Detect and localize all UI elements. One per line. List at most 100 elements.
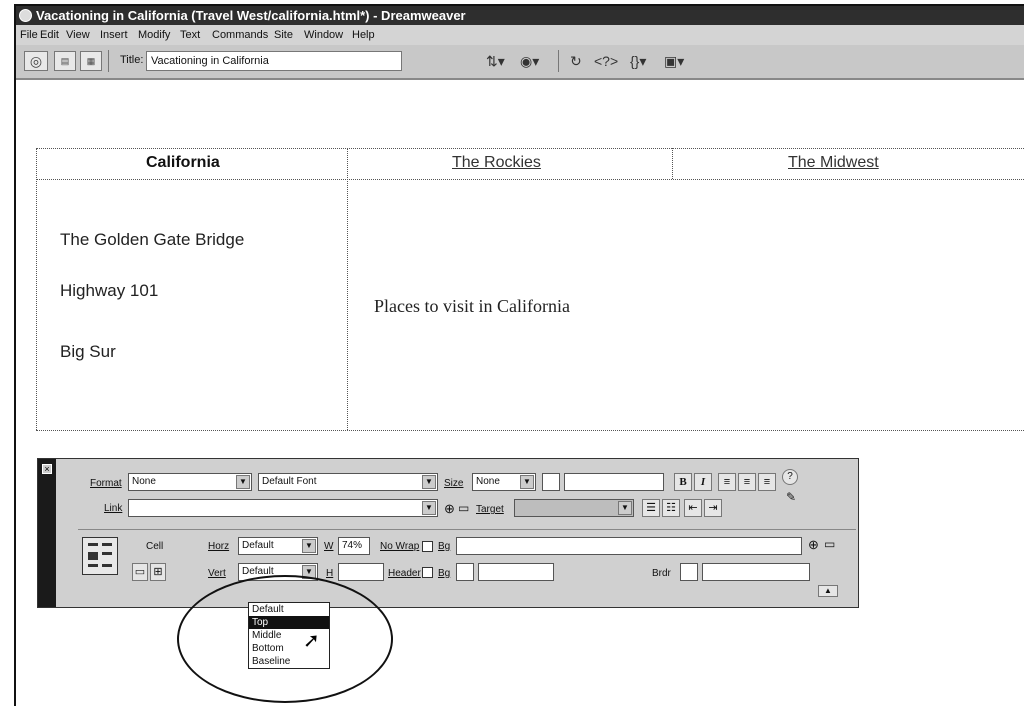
quick-tag-editor-icon[interactable]: ✎ (782, 489, 800, 507)
vert-label: Vert (208, 568, 226, 579)
table-border-col1 (347, 148, 348, 430)
menu-view[interactable]: View (66, 25, 90, 45)
table-border-bottom (36, 430, 1024, 431)
chevron-down-icon: ▼ (236, 475, 250, 489)
text-outdent-icon[interactable]: ⇤ (684, 499, 702, 517)
border-color-input[interactable] (702, 563, 810, 581)
app-icon (19, 9, 32, 22)
target-label: Target (476, 504, 504, 515)
bg-color-label: Bg (438, 568, 451, 579)
list-item: Big Sur (60, 342, 116, 361)
menu-site[interactable]: Site (274, 25, 293, 45)
view-options-icon[interactable]: ▣▾ (664, 53, 684, 70)
menu-modify[interactable]: Modify (138, 25, 170, 45)
header-checkbox[interactable] (422, 567, 433, 578)
menu-file[interactable]: File (20, 25, 38, 45)
width-input[interactable]: 74% (338, 537, 370, 555)
link-input[interactable]: ▼ (128, 499, 438, 517)
nowrap-checkbox[interactable] (422, 541, 433, 552)
target-select[interactable]: ▼ (514, 499, 634, 517)
unordered-list-icon[interactable]: ☰ (642, 499, 660, 517)
text-color-input[interactable] (564, 473, 664, 491)
text-color-swatch[interactable] (542, 473, 560, 491)
close-icon[interactable]: × (42, 464, 52, 474)
collapse-inspector-icon[interactable]: ▲ (818, 585, 838, 597)
italic-button[interactable]: I (694, 473, 712, 491)
table-border-top (36, 148, 1024, 149)
width-label: W (324, 541, 334, 552)
ordered-list-icon[interactable]: ☷ (662, 499, 680, 517)
code-design-view-icon[interactable]: ▤ (54, 51, 76, 71)
nav-the-rockies[interactable]: The Rockies (452, 154, 541, 172)
chevron-down-icon: ▼ (520, 475, 534, 489)
bold-button[interactable]: B (674, 473, 692, 491)
menu-window[interactable]: Window (304, 25, 343, 45)
text-indent-icon[interactable]: ⇥ (704, 499, 722, 517)
file-management-icon[interactable]: ⇅▾ (486, 53, 505, 70)
bg-color-swatch[interactable] (456, 563, 474, 581)
table-border-row (36, 179, 1024, 180)
title-label: Title: (120, 54, 144, 66)
bg-color-input[interactable] (478, 563, 554, 581)
table-border-left (36, 148, 37, 430)
callout-ellipse (177, 575, 393, 703)
title-bar: Vacationing in California (Travel West/c… (16, 6, 1024, 25)
height-input[interactable] (338, 563, 384, 581)
height-label: H (326, 568, 334, 579)
horz-label: Horz (208, 541, 230, 552)
menu-insert[interactable]: Insert (100, 25, 128, 45)
border-color-swatch[interactable] (680, 563, 698, 581)
size-select[interactable]: None ▼ (472, 473, 536, 491)
folder-icon[interactable]: ▭ (824, 537, 835, 551)
point-to-file-icon[interactable]: ⊕ (444, 501, 455, 517)
nav-california[interactable]: California (146, 154, 220, 172)
border-color-label: Brdr (652, 568, 671, 579)
window-title: Vacationing in California (Travel West/c… (36, 8, 466, 23)
chevron-down-icon: ▼ (422, 501, 436, 515)
nav-the-midwest[interactable]: The Midwest (788, 154, 879, 172)
align-left-icon[interactable]: ≡ (718, 473, 736, 491)
format-select[interactable]: None ▼ (128, 473, 252, 491)
header-label: Header (388, 568, 421, 579)
document-area: California The Rockies The Midwest The G… (16, 80, 1024, 706)
merge-cells-icon[interactable]: ▭ (132, 563, 148, 581)
align-right-icon[interactable]: ≡ (758, 473, 776, 491)
nowrap-label: No Wrap (380, 541, 420, 552)
align-center-icon[interactable]: ≡ (738, 473, 756, 491)
menu-help[interactable]: Help (352, 25, 375, 45)
document-toolbar: ◎ ▤ ▦ Title: Vacationing in California ⇅… (16, 45, 1024, 80)
bg-image-label: Bg (438, 541, 451, 552)
help-icon[interactable]: ? (782, 469, 798, 485)
menu-text[interactable]: Text (180, 25, 200, 45)
split-cell-icon[interactable]: ⊞ (150, 563, 166, 581)
cell-label: Cell (146, 541, 164, 552)
bg-image-input[interactable] (456, 537, 802, 555)
point-to-file-icon[interactable]: ⊕ (808, 537, 819, 553)
format-label: Format (90, 478, 122, 489)
show-code-view-icon[interactable]: ◎ (24, 51, 48, 71)
refresh-icon[interactable]: ↻ (570, 53, 582, 70)
chevron-down-icon: ▼ (422, 475, 436, 489)
chevron-down-icon: ▼ (302, 539, 316, 553)
horz-align-select[interactable]: Default ▼ (238, 537, 318, 555)
font-select[interactable]: Default Font ▼ (258, 473, 438, 491)
reference-icon[interactable]: <?> (594, 53, 618, 69)
design-view-icon[interactable]: ▦ (80, 51, 102, 71)
cell-icon (82, 537, 118, 575)
menu-commands[interactable]: Commands (212, 25, 268, 45)
code-navigation-icon[interactable]: {}▾ (630, 53, 646, 70)
page-title-input[interactable]: Vacationing in California (146, 51, 402, 71)
folder-icon[interactable]: ▭ (458, 501, 469, 515)
toolbar-separator (558, 50, 559, 72)
toolbar-separator (108, 50, 109, 72)
size-label: Size (444, 478, 464, 489)
preview-browser-icon[interactable]: ◉▾ (520, 53, 539, 70)
table-border-col2 (672, 148, 673, 179)
list-item: The Golden Gate Bridge (60, 230, 245, 249)
inspector-divider (78, 529, 856, 530)
inspector-grip[interactable] (38, 459, 56, 607)
link-label: Link (104, 503, 123, 514)
list-item: Highway 101 (60, 281, 159, 300)
menu-edit[interactable]: Edit (40, 25, 59, 45)
chevron-down-icon: ▼ (618, 501, 632, 515)
